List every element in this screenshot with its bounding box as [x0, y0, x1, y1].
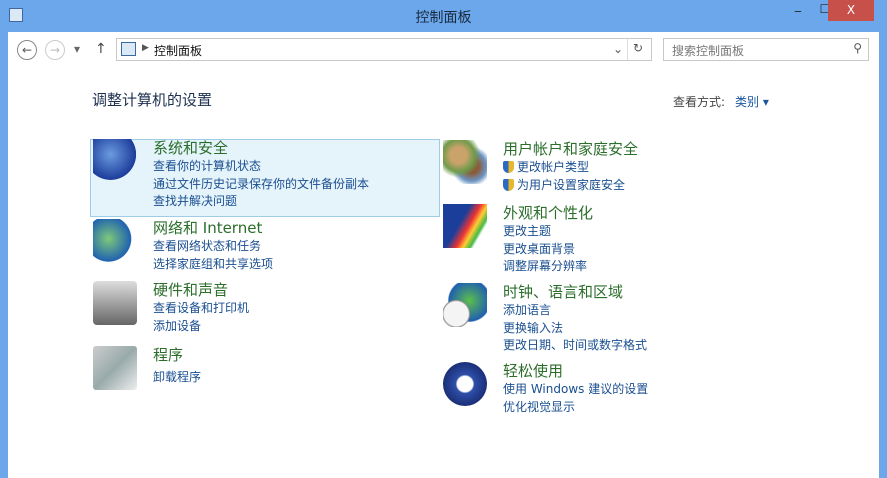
category-link[interactable]: 卸载程序 — [153, 369, 201, 387]
category-link[interactable]: 选择家庭组和共享选项 — [153, 256, 273, 274]
category-ease-of-access: 轻松使用 使用 Windows 建议的设置 优化视觉显示 — [443, 362, 648, 417]
page-title: 调整计算机的设置 — [92, 91, 213, 109]
close-button[interactable]: X — [828, 0, 874, 21]
category-title[interactable]: 用户帐户和家庭安全 — [503, 140, 638, 159]
minimize-button[interactable]: ‒ — [785, 4, 811, 25]
category-link[interactable]: 更改帐户类型 — [503, 159, 638, 177]
title-bar: 控制面板 ‒ ☐ X — [0, 0, 887, 32]
ease-of-access-icon — [443, 362, 487, 406]
control-panel-icon — [121, 42, 136, 56]
category-link[interactable]: 优化视觉显示 — [503, 399, 648, 417]
category-title[interactable]: 时钟、语言和区域 — [503, 283, 647, 302]
uac-shield-icon — [503, 178, 514, 191]
shield-icon — [93, 139, 137, 183]
search-placeholder: 搜索控制面板 — [672, 44, 745, 58]
refresh-icon[interactable]: ↻ — [633, 41, 643, 55]
view-by-label: 查看方式: — [673, 95, 726, 109]
category-hardware-sound: 硬件和声音 查看设备和打印机 添加设备 — [93, 281, 249, 336]
breadcrumb-chevron-icon: ▶ — [142, 43, 149, 53]
appearance-icon — [443, 204, 487, 248]
category-link[interactable]: 更改桌面背景 — [503, 241, 593, 259]
category-title[interactable]: 程序 — [153, 346, 201, 365]
category-link[interactable]: 更改日期、时间或数字格式 — [503, 337, 647, 355]
users-icon — [443, 140, 487, 184]
category-link[interactable]: 添加语言 — [503, 302, 647, 320]
category-network: 网络和 Internet 查看网络状态和任务 选择家庭组和共享选项 — [93, 219, 273, 274]
search-input[interactable]: 搜索控制面板 ⚲ — [663, 38, 869, 61]
category-link[interactable]: 查看你的计算机状态 — [153, 158, 369, 176]
category-link[interactable]: 更换输入法 — [503, 320, 647, 338]
view-by: 查看方式: 类别 ▾ — [673, 93, 769, 110]
category-programs: 程序 卸载程序 — [93, 346, 201, 390]
category-user-accounts: 用户帐户和家庭安全 更改帐户类型 为用户设置家庭安全 — [443, 140, 638, 195]
recent-locations-dropdown[interactable]: ▾ — [74, 42, 80, 56]
category-link[interactable]: 通过文件历史记录保存你的文件备份副本 — [153, 176, 369, 194]
category-link[interactable]: 调整屏幕分辨率 — [503, 258, 593, 276]
programs-box-icon — [93, 346, 137, 390]
up-button[interactable]: ↑ — [95, 41, 107, 57]
printer-icon — [93, 281, 137, 325]
category-appearance: 外观和个性化 更改主题 更改桌面背景 调整屏幕分辨率 — [443, 204, 593, 276]
category-system-security: 系统和安全 查看你的计算机状态 通过文件历史记录保存你的文件备份副本 查找并解决… — [93, 139, 369, 211]
window-title: 控制面板 — [415, 10, 472, 26]
category-link[interactable]: 使用 Windows 建议的设置 — [503, 381, 648, 399]
category-title[interactable]: 轻松使用 — [503, 362, 648, 381]
category-link[interactable]: 更改主题 — [503, 223, 593, 241]
breadcrumb-control-panel[interactable]: 控制面板 — [154, 42, 202, 59]
category-clock-language: 时钟、语言和区域 添加语言 更换输入法 更改日期、时间或数字格式 — [443, 283, 647, 355]
category-link[interactable]: 查看设备和打印机 — [153, 300, 249, 318]
category-title[interactable]: 系统和安全 — [153, 139, 369, 158]
clock-globe-icon — [443, 283, 487, 327]
category-link[interactable]: 添加设备 — [153, 318, 249, 336]
network-globe-icon — [93, 219, 137, 263]
forward-button[interactable]: → — [45, 40, 65, 60]
category-title[interactable]: 网络和 Internet — [153, 219, 273, 238]
category-link[interactable]: 为用户设置家庭安全 — [503, 177, 638, 195]
category-link[interactable]: 查找并解决问题 — [153, 193, 369, 211]
address-dropdown-icon[interactable]: ⌄ — [613, 42, 623, 56]
back-button[interactable]: ← — [17, 40, 37, 60]
window-content: ← → ▾ ↑ ▶ 控制面板 ⌄ ↻ 搜索控制面板 ⚲ 调整计算机的设置 查看方… — [8, 32, 879, 478]
uac-shield-icon — [503, 161, 514, 173]
view-by-dropdown[interactable]: 类别 ▾ — [735, 95, 769, 109]
category-title[interactable]: 硬件和声音 — [153, 281, 249, 300]
category-link[interactable]: 查看网络状态和任务 — [153, 238, 273, 256]
address-bar[interactable]: ▶ 控制面板 ⌄ ↻ — [116, 38, 652, 61]
search-icon[interactable]: ⚲ — [853, 41, 862, 55]
navigation-bar: ← → ▾ ↑ ▶ 控制面板 ⌄ ↻ 搜索控制面板 ⚲ — [8, 32, 879, 66]
category-title[interactable]: 外观和个性化 — [503, 204, 593, 223]
